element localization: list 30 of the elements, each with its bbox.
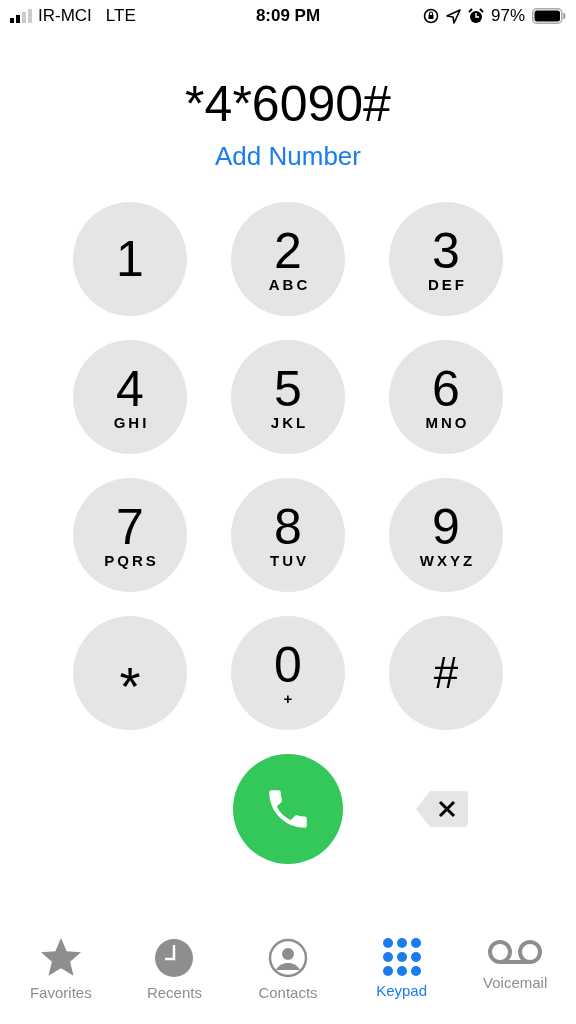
network-type: LTE	[105, 6, 136, 26]
carrier-name: IR-MCI	[38, 6, 92, 26]
contact-icon	[268, 938, 308, 978]
keypad-key[interactable]: #	[389, 616, 503, 730]
keypad-key[interactable]: 8 TUV	[231, 478, 345, 592]
rotation-lock-icon	[422, 8, 439, 24]
status-time: 8:09 PM	[255, 6, 321, 26]
tab-bar-item[interactable]: Keypad	[346, 938, 457, 1020]
keypad-key[interactable]: 3 DEF	[389, 202, 503, 316]
keypad-key[interactable]: 9 WXYZ	[389, 478, 503, 592]
battery-icon	[532, 8, 566, 24]
location-icon	[445, 8, 461, 24]
keypad-key[interactable]: 1	[73, 202, 187, 316]
add-number-link[interactable]: Add Number	[215, 140, 361, 172]
keypad-key[interactable]: 0 +	[231, 616, 345, 730]
keypad-key[interactable]: 6 MNO	[389, 340, 503, 454]
alarm-icon	[467, 8, 484, 24]
battery-percent: 97%	[490, 6, 525, 26]
keypad-key[interactable]: 2 ABC	[231, 202, 345, 316]
delete-button[interactable]	[416, 791, 468, 827]
star-icon	[38, 938, 83, 978]
keypad-key[interactable]: *	[73, 616, 187, 730]
backspace-icon	[416, 791, 468, 827]
dialed-number: *4*6090#	[184, 75, 392, 134]
clock-icon	[154, 938, 195, 978]
signal-icon	[10, 9, 32, 23]
keypad-key[interactable]: 5 JKL	[231, 340, 345, 454]
keypad-icon	[382, 938, 421, 976]
keypad-key[interactable]: 4 GHI	[73, 340, 187, 454]
keypad-key[interactable]: 7 PQRS	[73, 478, 187, 592]
